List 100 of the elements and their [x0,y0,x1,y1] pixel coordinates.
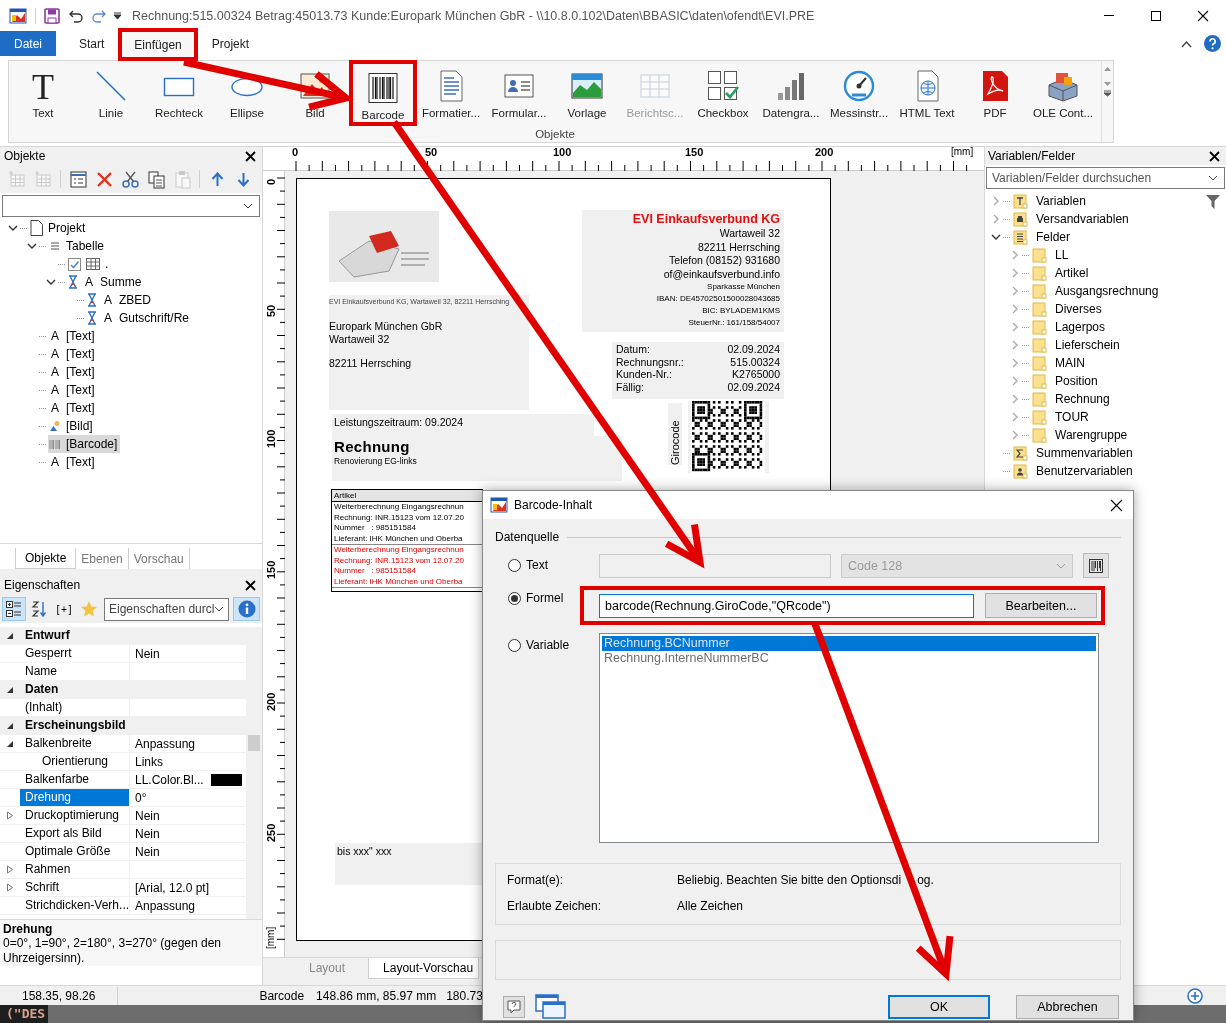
tree-item[interactable]: A ZBED [86,291,154,309]
close-icon[interactable] [1110,498,1123,512]
close-icon[interactable] [1196,9,1209,22]
tree-item[interactable]: Rechnung [1031,390,1113,408]
insert-ellipse-button[interactable]: Ellipse [213,63,281,121]
collapse-chevron-icon[interactable] [8,223,18,233]
property-name[interactable]: Drehung [20,789,130,806]
radio-button[interactable]: Formel [495,586,599,610]
tree-item[interactable]: A [Text] [48,399,98,417]
tree-item[interactable]: Summenvariablen [1012,444,1136,462]
insert-form-button[interactable]: Formular... [485,63,553,121]
tree-item[interactable]: Projekt [29,219,89,237]
tree-item[interactable]: Diverses [1031,300,1105,318]
tree-item[interactable]: Versandvariablen [1012,210,1132,228]
insert-chart-button[interactable]: Datengra... [757,63,825,121]
view-tab[interactable]: Layout-Vorschau [368,958,480,979]
formula-input-field[interactable]: barcode(Rechnung.GiroCode,"QRcode") [599,593,974,618]
tree-item[interactable]: Lieferschein [1031,336,1123,354]
ribbon-tab[interactable]: Start [66,31,118,56]
tree-item[interactable]: . [67,255,112,273]
maximize-icon[interactable] [1149,9,1162,22]
property-name[interactable]: (Inhalt) [20,699,130,716]
tree-item[interactable]: MAIN [1031,354,1088,372]
panel-tab[interactable]: Objekte [15,548,77,569]
tree-item[interactable]: Warengruppe [1031,426,1131,444]
tree-item[interactable]: Lagerpos [1031,318,1109,336]
help-button[interactable] [503,996,525,1018]
quick-access-dropdown-icon[interactable] [113,11,122,20]
tree-item[interactable]: Variablen [1012,192,1089,210]
tree-item[interactable]: A [Text] [48,363,98,381]
collapse-chevron-icon[interactable] [27,241,37,251]
insert-rectangle-button[interactable]: Rechteck [145,63,213,121]
tree-item[interactable]: A Summe [67,273,145,291]
tree-item[interactable]: [Barcode] [48,435,121,453]
tree-item[interactable]: TOUR [1031,408,1092,426]
zoom-in-icon[interactable] [1187,987,1203,1004]
edit-button[interactable]: Bearbeiten... [984,593,1097,618]
expanded-triangle-icon[interactable] [6,721,14,730]
tree-item[interactable]: A [Text] [48,345,98,363]
tree-item[interactable]: A [Text] [48,381,98,399]
insert-template-button[interactable]: Vorlage [553,63,621,121]
property-name[interactable]: Balkenfarbe [20,771,130,788]
save-icon[interactable] [44,7,60,24]
expanded-triangle-icon[interactable] [6,739,14,748]
field-search-dropdown[interactable]: Variablen/Felder durchsuchen [986,167,1225,189]
radio-button[interactable]: Variable [495,633,599,657]
property-name[interactable]: Export als Bild [20,825,130,842]
insert-gauge-button[interactable]: Messinstr... [825,63,893,121]
help-icon[interactable] [1204,35,1221,52]
insert-picture-button[interactable]: Bild [281,63,349,121]
insert-line-button[interactable]: Linie [77,63,145,121]
close-panel-icon[interactable] [245,150,256,162]
dialog-button[interactable]: OK [888,995,990,1019]
close-panel-icon[interactable] [245,579,256,591]
collapse-chevron-icon[interactable] [991,232,1001,242]
tree-item[interactable]: Position [1031,372,1101,390]
insert-pdf-button[interactable]: PDF [961,63,1029,121]
collapsed-triangle-icon[interactable] [6,811,14,820]
collapse-ribbon-icon[interactable] [1181,39,1192,48]
tree-item[interactable]: Benutzervariablen [1012,462,1136,480]
file-menu-button[interactable]: Datei [0,31,56,56]
vertical-scrollbar[interactable] [246,627,262,919]
property-name[interactable]: Strichdicken-Verh... [20,897,130,914]
filter-icon[interactable] [1206,195,1220,209]
expanded-triangle-icon[interactable] [6,631,14,640]
ribbon-tab[interactable]: Projekt [198,31,263,56]
tree-item[interactable]: A [Text] [48,453,98,471]
tree-item[interactable]: Artikel [1031,264,1092,282]
property-name[interactable]: Optimale Größe [20,843,130,860]
collapsed-triangle-icon[interactable] [6,883,14,892]
expand-all-button[interactable]: [+] [52,597,76,621]
insert-barcode-button[interactable]: Barcode [352,63,414,123]
windows-icon[interactable] [535,994,567,1020]
insert-text-button[interactable]: T Text [9,63,77,121]
tree-item[interactable]: A Gutschrift/Re [86,309,193,327]
collapse-chevron-icon[interactable] [46,277,56,287]
insert-html-button[interactable]: HTML Text [893,63,961,121]
property-name[interactable]: Gesperrt [20,645,130,662]
tree-item[interactable]: A [Text] [48,327,98,345]
collapsed-triangle-icon[interactable] [6,865,14,874]
insert-ole-button[interactable]: OLE Cont... [1029,63,1097,121]
object-filter-dropdown[interactable] [2,195,260,217]
property-name[interactable]: Name [20,663,130,680]
property-name[interactable]: Balkenbreite [20,735,130,752]
ribbon-scroll-icon[interactable] [1103,65,1112,97]
tree-item[interactable]: [Bild] [48,417,96,435]
property-name[interactable]: Orientierung [20,753,130,770]
insert-checkbox-button[interactable]: Checkbox [689,63,757,121]
tree-item[interactable]: Felder [1012,228,1073,246]
barcode-options-button[interactable] [1083,553,1109,578]
checked-checkbox-icon[interactable] [68,257,81,271]
close-panel-icon[interactable] [1209,150,1220,162]
expanded-triangle-icon[interactable] [6,685,14,694]
tree-item[interactable]: Tabelle [48,237,108,255]
insert-formatted-text-button[interactable]: Formatier... [417,63,485,121]
info-button[interactable] [233,597,260,621]
tree-item[interactable]: Ausgangsrechnung [1031,282,1162,300]
ribbon-tab[interactable]: Einfügen [121,31,195,58]
dialog-button[interactable]: Abbrechen [1016,995,1119,1019]
property-name[interactable]: Druckoptimierung [20,807,130,824]
